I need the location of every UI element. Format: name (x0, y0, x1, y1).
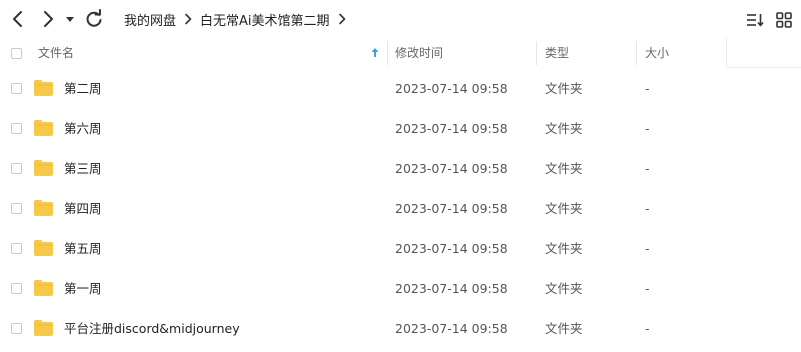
chevron-right-icon (44, 11, 53, 27)
row-checkbox[interactable] (11, 323, 22, 334)
file-row[interactable]: 平台注册discord&midjourney 2023-07-14 09:58 … (0, 309, 801, 349)
grid-view-icon (776, 12, 792, 28)
column-divider[interactable] (636, 41, 637, 65)
file-size: - (645, 241, 650, 256)
file-type: 文件夹 (545, 121, 583, 136)
row-checkbox[interactable] (11, 243, 22, 254)
file-type: 文件夹 (545, 241, 583, 256)
folder-icon (34, 240, 53, 256)
caret-down-icon (66, 17, 74, 22)
row-checkbox[interactable] (11, 123, 22, 134)
column-header-modified[interactable]: 修改时间 (395, 38, 443, 68)
folder-icon (34, 280, 53, 296)
view-toggle-button[interactable] (774, 10, 794, 30)
file-list-header: 文件名 修改时间 类型 大小 (0, 38, 801, 68)
folder-icon (34, 320, 53, 336)
file-name[interactable]: 第二周 (64, 69, 102, 109)
file-row[interactable]: 第五周 2023-07-14 09:58 文件夹 - (0, 229, 801, 269)
file-modified: 2023-07-14 09:58 (395, 321, 508, 336)
folder-icon (34, 200, 53, 216)
file-size: - (645, 321, 650, 336)
file-size: - (645, 161, 650, 176)
folder-icon (34, 160, 53, 176)
file-name[interactable]: 第四周 (64, 189, 102, 229)
select-all-checkbox[interactable] (11, 48, 22, 59)
column-header-type[interactable]: 类型 (545, 38, 569, 68)
file-modified: 2023-07-14 09:58 (395, 201, 508, 216)
file-type: 文件夹 (545, 161, 583, 176)
file-name[interactable]: 第五周 (64, 229, 102, 269)
breadcrumb: 我的网盘 白无常Ai美术馆第二期 (124, 10, 354, 29)
file-modified: 2023-07-14 09:58 (395, 161, 508, 176)
forward-button[interactable] (36, 7, 60, 31)
file-type: 文件夹 (545, 321, 583, 336)
toolbar: 我的网盘 白无常Ai美术馆第二期 (0, 0, 801, 38)
sort-button[interactable] (745, 10, 765, 30)
chevron-left-icon (13, 11, 22, 27)
file-name[interactable]: 第一周 (64, 269, 102, 309)
file-size: - (645, 121, 650, 136)
row-checkbox[interactable] (11, 163, 22, 174)
chevron-right-icon[interactable] (337, 13, 347, 25)
breadcrumb-item-current[interactable]: 白无常Ai美术馆第二期 (200, 10, 330, 29)
column-header-name[interactable]: 文件名 (38, 38, 74, 68)
column-divider[interactable] (387, 41, 388, 65)
column-header-size[interactable]: 大小 (645, 38, 669, 68)
file-row[interactable]: 第一周 2023-07-14 09:58 文件夹 - (0, 269, 801, 309)
file-row[interactable]: 第六周 2023-07-14 09:58 文件夹 - (0, 109, 801, 149)
file-type: 文件夹 (545, 81, 583, 96)
back-button[interactable] (6, 7, 30, 31)
row-checkbox[interactable] (11, 283, 22, 294)
sort-icon (747, 14, 764, 27)
history-dropdown-button[interactable] (62, 7, 78, 31)
file-row[interactable]: 第二周 2023-07-14 09:58 文件夹 - (0, 69, 801, 109)
file-modified: 2023-07-14 09:58 (395, 81, 508, 96)
file-modified: 2023-07-14 09:58 (395, 241, 508, 256)
file-size: - (645, 201, 650, 216)
file-modified: 2023-07-14 09:58 (395, 281, 508, 296)
row-checkbox[interactable] (11, 83, 22, 94)
refresh-icon (86, 9, 102, 27)
header-extra-cell (726, 38, 801, 68)
refresh-button[interactable] (82, 7, 106, 31)
file-size: - (645, 81, 650, 96)
sort-ascending-indicator (370, 38, 380, 68)
breadcrumb-item-root[interactable]: 我的网盘 (124, 10, 176, 29)
file-row[interactable]: 第四周 2023-07-14 09:58 文件夹 - (0, 189, 801, 229)
folder-icon (34, 80, 53, 96)
file-modified: 2023-07-14 09:58 (395, 121, 508, 136)
file-row[interactable]: 第三周 2023-07-14 09:58 文件夹 - (0, 149, 801, 189)
file-name[interactable]: 第三周 (64, 149, 102, 189)
file-size: - (645, 281, 650, 296)
file-name[interactable]: 平台注册discord&midjourney (64, 309, 240, 349)
column-divider[interactable] (536, 41, 537, 65)
arrow-up-icon (371, 48, 379, 57)
row-checkbox[interactable] (11, 203, 22, 214)
folder-icon (34, 120, 53, 136)
file-type: 文件夹 (545, 281, 583, 296)
file-type: 文件夹 (545, 201, 583, 216)
file-name[interactable]: 第六周 (64, 109, 102, 149)
chevron-right-icon (183, 13, 193, 25)
